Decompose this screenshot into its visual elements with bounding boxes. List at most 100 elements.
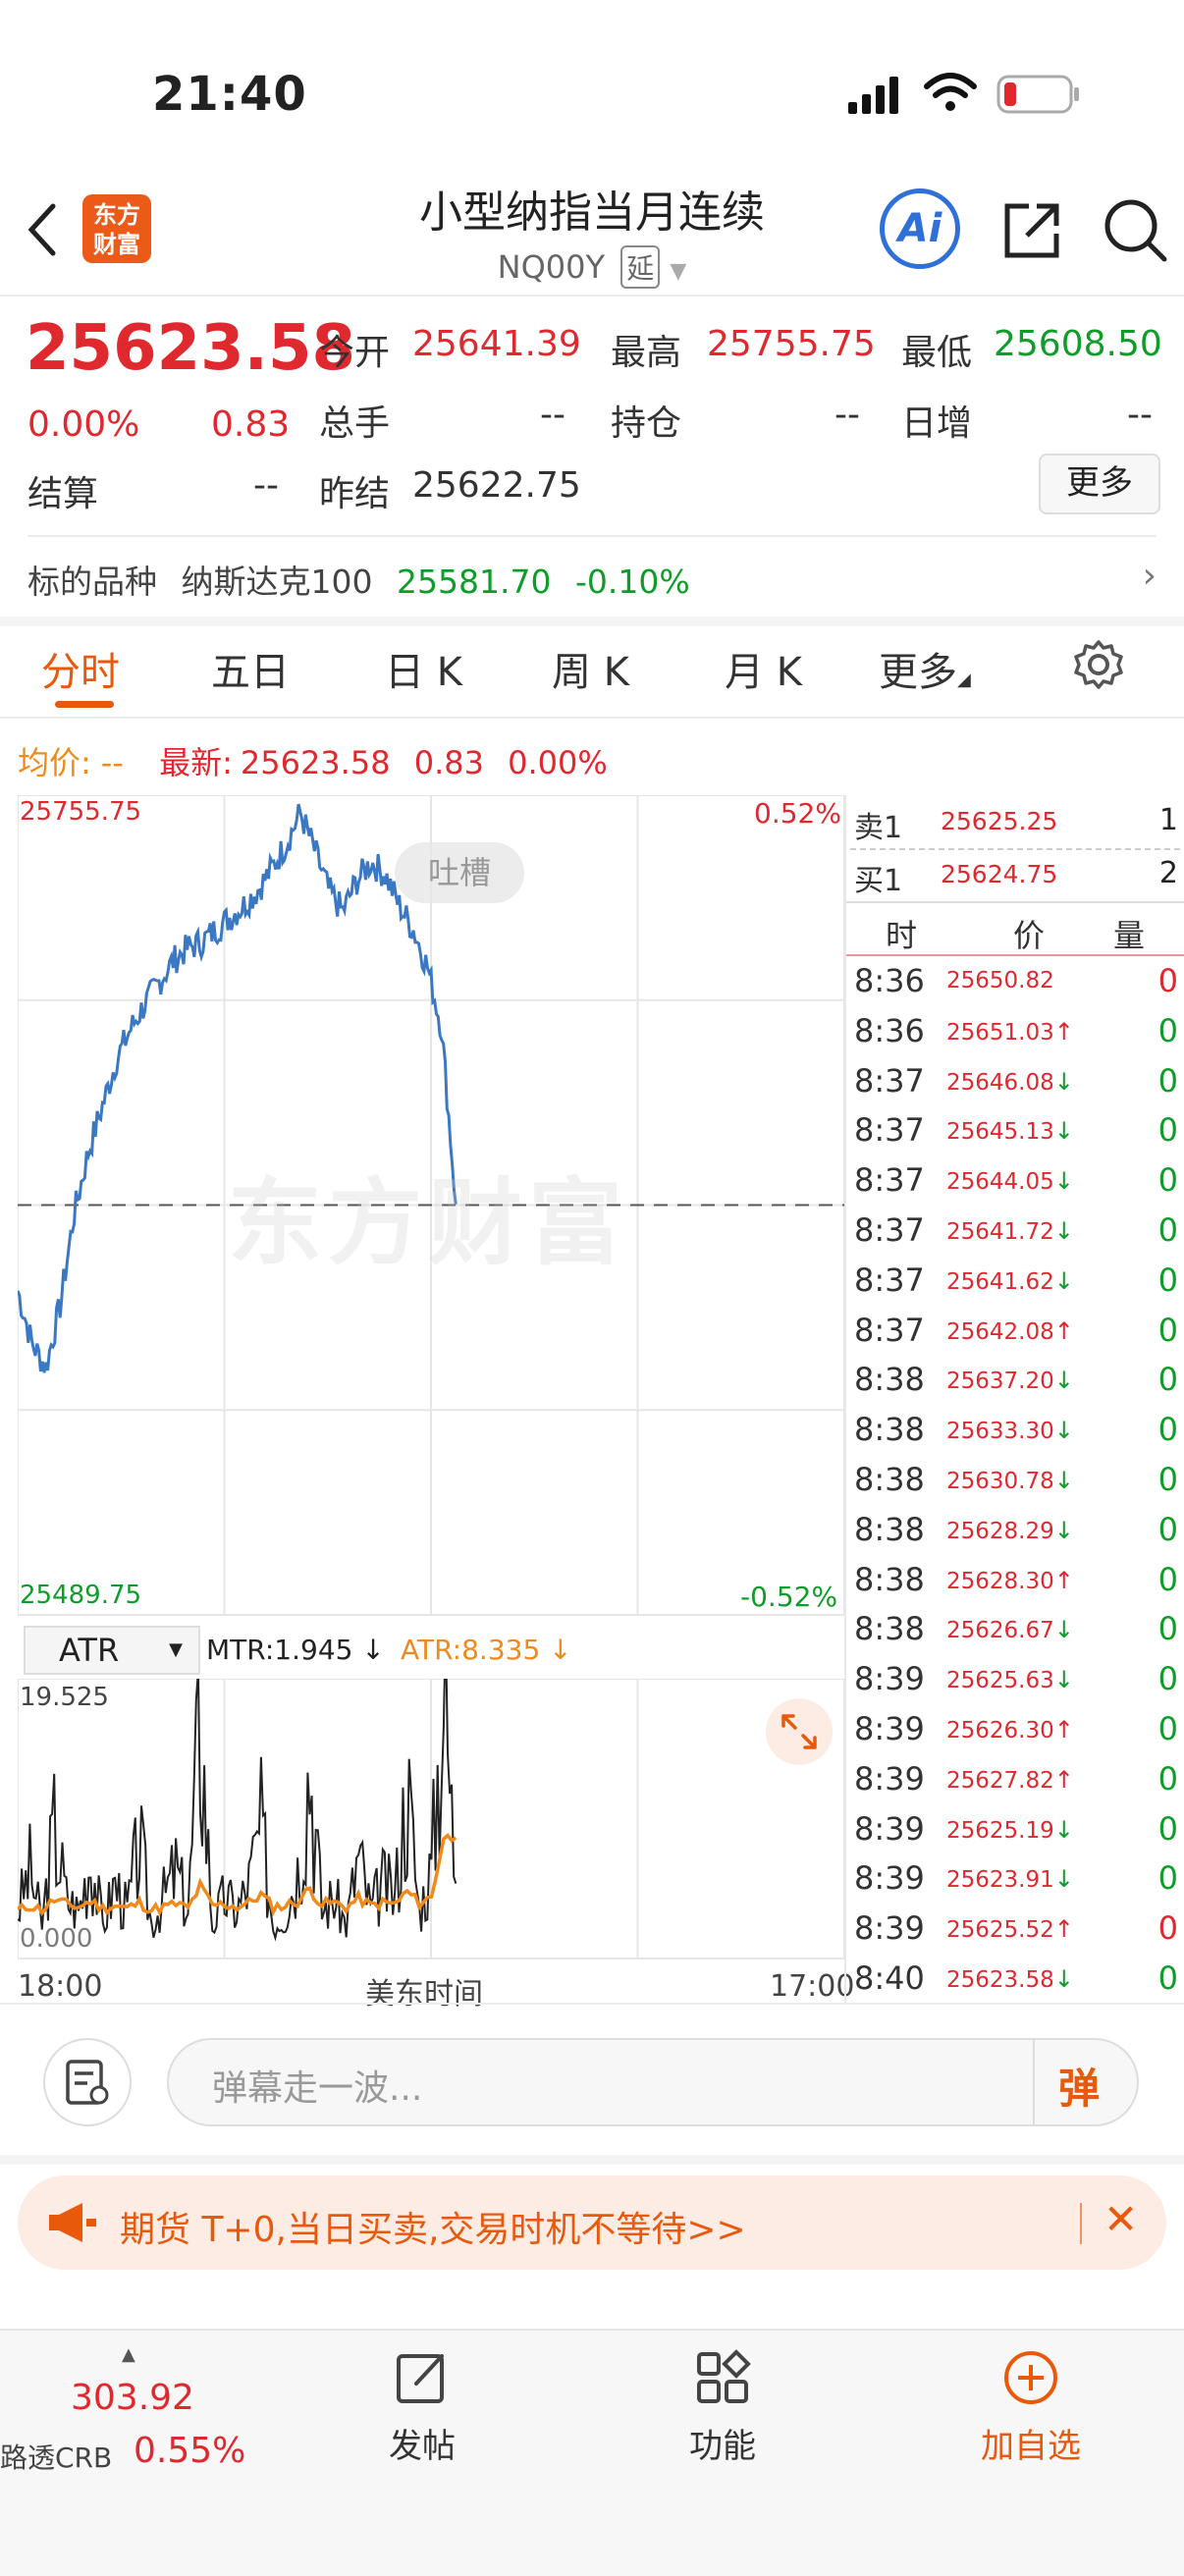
trade-time: 8:39	[854, 1660, 925, 1698]
trade-price: 25645.13↓	[946, 1117, 1074, 1146]
chart-y-max: 25755.75	[20, 797, 142, 827]
arrow-up-icon: ↑	[1053, 1316, 1074, 1345]
bid-price: 25624.75	[941, 860, 1058, 888]
post-button[interactable]: 发帖	[363, 2348, 481, 2486]
trade-qty: 0	[1157, 1411, 1178, 1449]
notes-button[interactable]	[43, 2038, 132, 2126]
arrow-down-icon: ↓	[1053, 1965, 1074, 1993]
arrow-down-icon: ↓	[1053, 1067, 1074, 1096]
order-book: 卖1 25625.25 1 买1 25624.75 2	[846, 795, 1184, 899]
trade-row: 8:39 25626.30↑ 0	[846, 1706, 1184, 1756]
settings-button[interactable]	[1072, 638, 1125, 695]
share-icon	[1004, 203, 1059, 258]
trades-header: 时 价 量	[846, 905, 1184, 958]
trade-row: 8:36 25650.82 0	[846, 958, 1184, 1008]
trade-qty: 0	[1157, 1959, 1178, 1997]
expand-icon	[781, 1714, 817, 1749]
danmaku-toggle-divider	[1033, 2040, 1035, 2124]
underlying-name: 纳斯达克100	[181, 563, 373, 601]
underlying-row[interactable]: 标的品种 纳斯达克100 25581.70 -0.10% ›	[27, 556, 1157, 615]
last-price: 25623.58	[26, 312, 356, 385]
trade-row: 8:39 25623.91↓ 0	[846, 1855, 1184, 1905]
trade-qty: 0	[1157, 1211, 1178, 1249]
megaphone-icon	[49, 2203, 96, 2242]
search-button[interactable]	[1102, 196, 1170, 269]
trade-price: 25650.82	[946, 968, 1054, 993]
arrow-up-icon: ↑	[1053, 1765, 1074, 1794]
atr-value: ATR:8.335 ↓	[401, 1634, 572, 1666]
trade-time: 8:38	[854, 1411, 925, 1449]
underlying-change: -0.10%	[574, 563, 690, 601]
add-watchlist-button[interactable]: 加自选	[962, 2348, 1100, 2486]
trade-row: 8:37 25646.08↓ 0	[846, 1058, 1184, 1108]
underlying-price: 25581.70	[397, 563, 552, 601]
latest-pct: 0.00%	[508, 744, 608, 781]
mtr-line	[18, 1679, 457, 1942]
tab-monthly-k[interactable]: 月 K	[725, 640, 802, 697]
trades-header-qty: 量	[1113, 917, 1146, 954]
status-time: 21:40	[152, 67, 307, 122]
close-icon[interactable]: ✕	[1103, 2195, 1138, 2243]
trade-price: 25637.20↓	[946, 1367, 1074, 1395]
trade-qty: 0	[1157, 1011, 1178, 1049]
trade-qty: 0	[1157, 1660, 1178, 1698]
arrow-down-icon: ↓	[1053, 1865, 1074, 1894]
price-line	[18, 803, 457, 1373]
change-pct: 0.00%	[27, 404, 140, 445]
index-ticker[interactable]: ▲ 303.92 路透CRB 0.55%	[0, 2344, 265, 2482]
trade-row: 8:38 25637.20↓ 0	[846, 1357, 1184, 1407]
indicator-select[interactable]: ATR ▼	[24, 1626, 200, 1675]
trade-qty: 0	[1157, 1909, 1178, 1948]
atr-y-min: 0.000	[20, 1924, 93, 1954]
indicator-name: ATR	[59, 1632, 120, 1669]
plus-circle-icon	[1004, 2351, 1057, 2404]
latest-label: 最新:	[159, 744, 233, 781]
underlying-label: 标的品种	[27, 563, 157, 601]
arrow-down-icon: ↓	[1053, 1616, 1074, 1644]
trade-price: 25623.91↓	[946, 1865, 1074, 1894]
share-button[interactable]	[999, 198, 1064, 267]
change-value: 0.83	[211, 404, 291, 445]
tab-intraday[interactable]: 分时	[41, 640, 120, 697]
trade-price: 25646.08↓	[946, 1067, 1074, 1096]
promo-text: 期货 T+0,当日买卖,交易时机不等待>>	[120, 2210, 746, 2250]
tab-daily-k[interactable]: 日 K	[385, 640, 462, 697]
trade-time: 8:38	[854, 1610, 925, 1648]
mtr-value: MTR:1.945 ↓	[206, 1634, 385, 1666]
gear-icon	[1074, 640, 1123, 689]
add-watchlist-label: 加自选	[981, 2427, 1081, 2466]
ask-price: 25625.25	[941, 807, 1058, 835]
more-button[interactable]: 更多	[1039, 454, 1160, 514]
expand-button[interactable]	[766, 1698, 833, 1765]
arrow-down-icon: ↓	[1053, 1467, 1074, 1494]
trade-qty: 0	[1157, 1111, 1178, 1150]
arrow-down-icon: ↓	[1053, 1266, 1074, 1295]
oi-value: --	[834, 395, 860, 435]
trades-header-time: 时	[886, 917, 918, 954]
trade-time: 8:37	[854, 1261, 925, 1299]
chart-badge[interactable]: 吐槽	[395, 842, 524, 903]
trade-time: 8:37	[854, 1111, 925, 1150]
trade-price: 25626.30↑	[946, 1716, 1074, 1744]
trade-row: 8:37 25642.08↑ 0	[846, 1308, 1184, 1358]
search-icon	[1104, 199, 1167, 262]
trade-qty: 0	[1157, 1361, 1178, 1399]
latest-value: 25623.58	[240, 744, 391, 781]
trade-row: 8:39 25625.52↑ 0	[846, 1905, 1184, 1956]
tab-weekly-k[interactable]: 周 K	[552, 640, 629, 697]
trade-time: 8:36	[854, 962, 925, 999]
volume-label: 总手	[319, 403, 391, 444]
trade-row: 8:36 25651.03↑ 0	[846, 1008, 1184, 1058]
trade-row: 8:38 25630.78↓ 0	[846, 1457, 1184, 1507]
functions-button[interactable]: 功能	[664, 2348, 781, 2486]
atr-chart[interactable]	[18, 1679, 844, 1963]
danmaku-toggle-button[interactable]: 弹	[1058, 2056, 1100, 2116]
promo-banner[interactable]: 期货 T+0,当日买卖,交易时机不等待>> ✕	[18, 2175, 1166, 2270]
ai-button[interactable]: Ai	[880, 188, 960, 269]
arrow-down-icon: ↓	[1053, 1666, 1074, 1694]
caret-down-icon: ▼	[169, 1639, 183, 1660]
bid-label: 买1	[854, 864, 903, 898]
tab-more[interactable]: 更多◢	[879, 640, 971, 697]
danmaku-input[interactable]: 弹幕走一波... 弹	[167, 2038, 1139, 2126]
tab-five-day[interactable]: 五日	[211, 640, 290, 697]
